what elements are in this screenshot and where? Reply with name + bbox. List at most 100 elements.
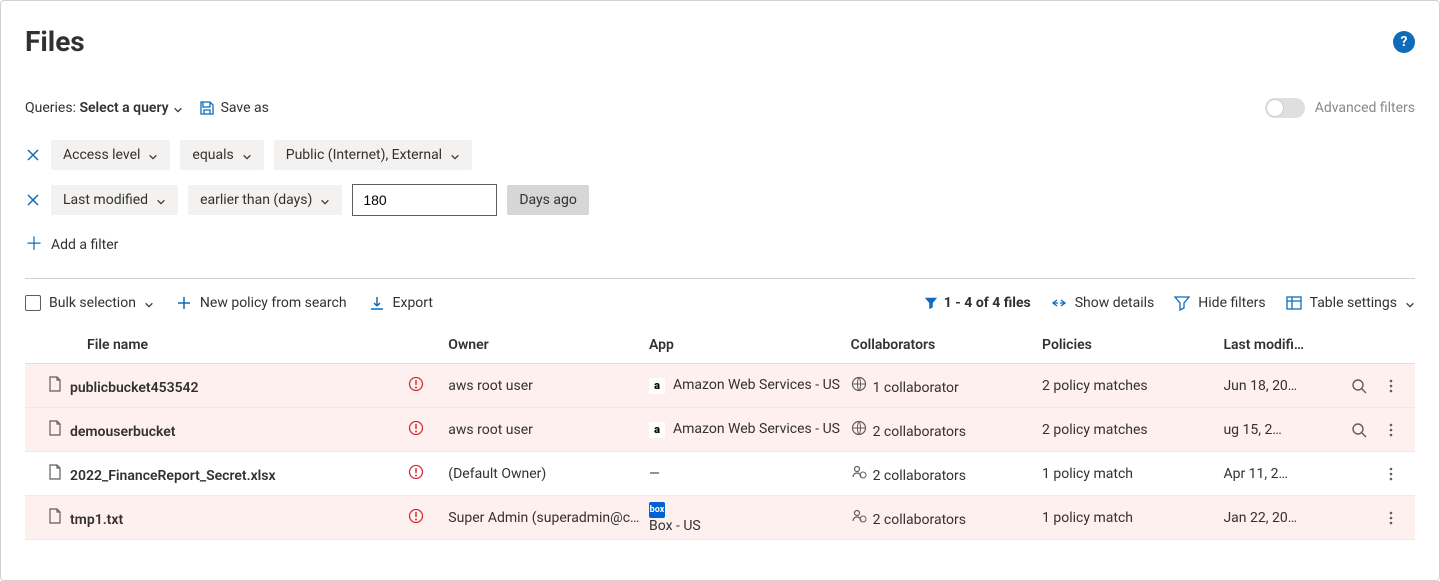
filter-icon [924, 296, 938, 310]
collaborators-cell: 1 collaborator [851, 364, 1042, 408]
table-row[interactable]: tmp1.txt Super Admin (superadmin@c…boxBox… [25, 496, 1415, 540]
col-header-collaborators[interactable]: Collaborators [851, 327, 1042, 364]
plus-icon [176, 295, 192, 311]
chevron-down-icon [144, 298, 154, 308]
policies-cell: 1 policy match [1042, 496, 1223, 540]
remove-filter-button[interactable] [25, 147, 41, 163]
help-icon[interactable]: ? [1393, 31, 1415, 53]
search-icon[interactable] [1351, 422, 1367, 438]
collaborators-cell: 2 collaborators [851, 496, 1042, 540]
document-icon [47, 508, 63, 524]
person-globe-icon [851, 508, 867, 524]
add-filter-button[interactable]: ＋ Add a filter [25, 236, 118, 254]
search-icon[interactable] [1351, 378, 1367, 394]
aws-icon: a [649, 378, 665, 394]
col-header-filename[interactable]: File name [25, 327, 408, 364]
more-icon[interactable] [1383, 378, 1399, 394]
chevron-down-icon [242, 150, 252, 160]
filter-area: Access level equals Public (Internet), E… [25, 140, 1415, 254]
owner-cell: aws root user [448, 364, 649, 408]
download-icon [369, 295, 385, 311]
filter-field-select[interactable]: Last modified [51, 185, 178, 215]
col-header-modified[interactable]: Last modifi… [1223, 327, 1334, 364]
save-as-button[interactable]: Save as [199, 100, 269, 116]
filter-days-input[interactable] [352, 184, 497, 216]
filter-row: Last modified earlier than (days) Days a… [25, 184, 1415, 216]
more-icon[interactable] [1383, 510, 1399, 526]
warning-icon [408, 376, 424, 392]
document-icon [47, 420, 63, 436]
chevron-down-icon [173, 103, 183, 113]
owner-cell: aws root user [448, 408, 649, 452]
owner-cell: Super Admin (superadmin@c… [448, 496, 649, 540]
col-header-owner[interactable]: Owner [448, 327, 649, 364]
save-icon [199, 100, 215, 116]
policies-cell: 2 policy matches [1042, 364, 1223, 408]
table-row[interactable]: publicbucket453542 aws root useraAmazon W… [25, 364, 1415, 408]
table-row[interactable]: 2022_FinanceReport_Secret.xlsx (Default O… [25, 452, 1415, 496]
table-row[interactable]: demouserbucket aws root useraAmazon Web S… [25, 408, 1415, 452]
filter-field-select[interactable]: Access level [51, 140, 170, 170]
collaborators-cell: 2 collaborators [851, 408, 1042, 452]
table-settings-button[interactable]: Table settings [1286, 295, 1415, 311]
export-button[interactable]: Export [369, 295, 433, 311]
file-name: demouserbucket [70, 424, 176, 440]
policies-cell: 1 policy match [1042, 452, 1223, 496]
policies-cell: 2 policy matches [1042, 408, 1223, 452]
col-header-policies[interactable]: Policies [1042, 327, 1223, 364]
hide-filters-button[interactable]: Hide filters [1174, 295, 1265, 311]
box-icon: box [649, 502, 665, 518]
modified-cell: Jan 22, 20… [1223, 496, 1334, 540]
table-settings-icon [1286, 295, 1302, 311]
globe-icon [851, 420, 867, 436]
modified-cell: ug 15, 2… [1223, 408, 1334, 452]
file-name: publicbucket453542 [70, 380, 199, 396]
filter-row: Access level equals Public (Internet), E… [25, 140, 1415, 170]
file-name: 2022_FinanceReport_Secret.xlsx [70, 468, 276, 484]
chevron-down-icon [148, 150, 158, 160]
chevron-down-icon [320, 195, 330, 205]
warning-icon [408, 508, 424, 524]
results-count: 1 - 4 of 4 files [924, 295, 1031, 311]
aws-icon: a [649, 422, 665, 438]
app-cell: aAmazon Web Services - US [649, 408, 851, 452]
expand-icon [1051, 295, 1067, 311]
queries-label: Queries: Select a query [25, 100, 183, 116]
owner-cell: (Default Owner) [448, 452, 649, 496]
funnel-icon [1174, 295, 1190, 311]
file-name: tmp1.txt [70, 512, 123, 528]
chevron-down-icon [156, 195, 166, 205]
advanced-filters-toggle[interactable] [1265, 98, 1305, 118]
document-icon [47, 376, 63, 392]
document-icon [47, 464, 63, 480]
warning-icon [408, 420, 424, 436]
chevron-down-icon [1405, 298, 1415, 308]
checkbox-icon [25, 295, 41, 311]
warning-icon [408, 464, 424, 480]
filter-operator-select[interactable]: earlier than (days) [188, 185, 342, 215]
plus-icon: ＋ [25, 236, 43, 254]
person-globe-icon [851, 464, 867, 480]
modified-cell: Jun 18, 20… [1223, 364, 1334, 408]
app-cell: boxBox - US [649, 496, 851, 540]
app-cell: — [649, 452, 851, 496]
filter-value-select[interactable]: Public (Internet), External [274, 140, 472, 170]
files-table: File name Owner App Collaborators Polici… [25, 327, 1415, 540]
new-policy-button[interactable]: New policy from search [176, 295, 347, 311]
filter-unit-chip[interactable]: Days ago [507, 185, 588, 215]
advanced-filters-label: Advanced filters [1315, 100, 1415, 116]
app-cell: aAmazon Web Services - US [649, 364, 851, 408]
filter-operator-select[interactable]: equals [180, 140, 263, 170]
collaborators-cell: 2 collaborators [851, 452, 1042, 496]
show-details-button[interactable]: Show details [1051, 295, 1155, 311]
chevron-down-icon [450, 150, 460, 160]
query-select[interactable]: Select a query [79, 100, 182, 116]
page-title: Files [25, 25, 85, 58]
more-icon[interactable] [1383, 466, 1399, 482]
remove-filter-button[interactable] [25, 192, 41, 208]
globe-icon [851, 376, 867, 392]
modified-cell: Apr 11, 2… [1223, 452, 1334, 496]
bulk-selection-button[interactable]: Bulk selection [25, 295, 154, 311]
col-header-app[interactable]: App [649, 327, 851, 364]
more-icon[interactable] [1383, 422, 1399, 438]
